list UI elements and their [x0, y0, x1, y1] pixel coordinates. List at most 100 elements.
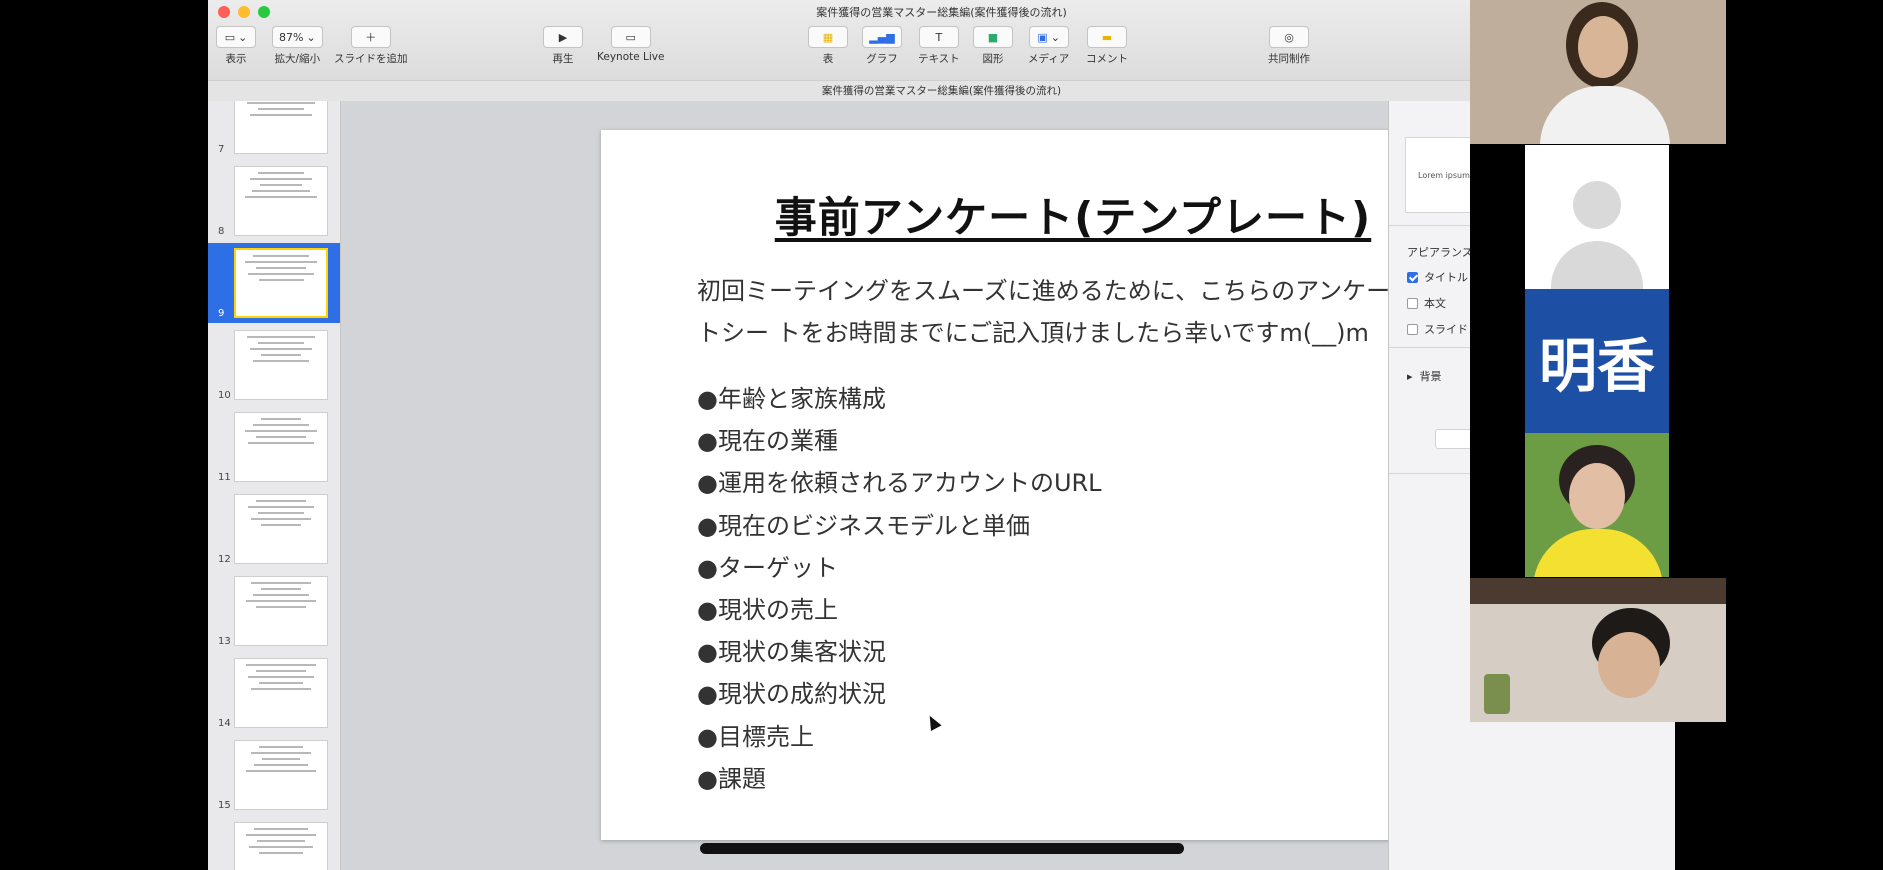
plus-icon: ＋ [365, 31, 377, 44]
thumbnail-text-line [246, 834, 316, 836]
participant-name-tile[interactable]: 明香 [1525, 289, 1669, 433]
avatar-head-icon [1573, 181, 1621, 229]
document-title: 案件獲得の営業マスター総集編(案件獲得後の流れ) [208, 80, 1675, 101]
shape-button[interactable]: ■ 図形 [973, 26, 1013, 66]
slide-number: 13 [218, 636, 231, 647]
table-button[interactable]: ▦ 表 [808, 26, 848, 66]
slide-number: 12 [218, 554, 231, 565]
thumbnail-text-line [258, 512, 304, 514]
slide-intro-text[interactable]: 初回ミーテイングをスムーズに進めるために、こちらのアンケー トシー トをお時間ま… [697, 270, 1477, 354]
text-icon: T [935, 30, 943, 44]
participant-shirt [1533, 529, 1663, 577]
table-icon: ▦ [822, 30, 834, 44]
comment-label: コメント [1086, 53, 1128, 65]
play-button[interactable]: ▶ 再生 [543, 26, 583, 66]
slide-navigator[interactable]: 7 8 9 10 11 12 13 14 15 16 [208, 101, 341, 870]
comment-icon: ▬ [1101, 30, 1113, 44]
comment-button[interactable]: ▬ コメント [1086, 26, 1128, 66]
slide-bullet-item: ●ターゲット [697, 553, 838, 582]
slide-thumbnail[interactable]: 13 [208, 571, 340, 651]
intro-line-1: 初回ミーテイングをスムーズに進めるために、こちらのアンケー [697, 277, 1391, 305]
slide-thumbnail[interactable]: 8 [208, 161, 340, 241]
keynote-window: 案件獲得の営業マスター総集編(案件獲得後の流れ) ▭ ⌄ 表示 87% ⌄ 拡大/縮… [208, 0, 1675, 870]
participant-video-1[interactable] [1470, 0, 1726, 144]
ceiling-shadow [1470, 578, 1726, 604]
participant-video-4[interactable] [1470, 578, 1726, 722]
thumbnail-text-line [247, 336, 315, 338]
thumbnail-text-line [252, 360, 310, 362]
thumbnail-preview [234, 740, 328, 810]
zoom-value: 87% [279, 30, 304, 44]
home-indicator [700, 843, 1184, 854]
add-slide-button[interactable]: ＋ スライドを追加 [334, 26, 408, 66]
checkbox-icon [1407, 271, 1418, 283]
sidebar-icon: ▭ [224, 30, 236, 44]
slide-bullet-item: ●現状の成約状況 [697, 680, 886, 709]
shape-label: 図形 [982, 53, 1004, 65]
thumbnail-text-line [261, 524, 301, 526]
slide-thumbnail[interactable]: 7 [208, 101, 340, 159]
collaborate-label: 共同制作 [1268, 53, 1310, 65]
zoom-select[interactable]: 87% ⌄ 拡大/縮小 [272, 26, 323, 66]
thumbnail-preview [234, 330, 328, 400]
window-title: 案件獲得の営業マスター総集編(案件獲得後の流れ) [816, 6, 1067, 19]
participant-face [1598, 632, 1660, 698]
participant-name: 明香 [1538, 332, 1655, 400]
participant-face [1578, 16, 1628, 78]
appearance-checkbox[interactable]: 本文 [1407, 295, 1446, 311]
slide-number: 10 [218, 390, 231, 401]
slide-thumbnail[interactable]: 11 [208, 407, 340, 487]
thumbnail-text-line [250, 582, 312, 584]
participant-video-3[interactable] [1525, 433, 1669, 577]
slide-thumbnail[interactable]: 15 [208, 735, 340, 815]
slide-number: 8 [218, 226, 225, 237]
slide-thumbnail[interactable]: 9 [208, 243, 340, 323]
play-label: 再生 [552, 53, 574, 65]
text-button[interactable]: T テキスト [918, 26, 960, 66]
thumbnail-text-line [253, 594, 309, 596]
thumbnail-text-line [249, 178, 313, 180]
table-label: 表 [822, 53, 834, 65]
thumbnail-text-line [261, 758, 301, 760]
background-disclosure[interactable]: ▸ 背景 [1407, 368, 1442, 384]
thumbnail-text-line [258, 746, 304, 748]
text-label: テキスト [918, 53, 960, 65]
keynote-live-button[interactable]: ▭ Keynote Live [597, 26, 664, 63]
thumbnail-text-line [253, 255, 309, 257]
thumbnail-text-line [250, 518, 312, 520]
slide-number: 15 [218, 800, 231, 811]
appearance-checkbox[interactable]: スライド [1407, 321, 1468, 337]
thumbnail-text-line [260, 184, 302, 186]
chart-button[interactable]: ▂▄▆ グラフ [862, 26, 902, 66]
collaborate-icon: ◎ [1284, 30, 1294, 44]
preview-text: Lorem ipsum [1418, 170, 1470, 180]
slide-bullet-item: ●目標売上 [697, 722, 814, 751]
slide-number: 11 [218, 472, 231, 483]
thumbnail-text-line [249, 114, 313, 116]
slide-thumbnail[interactable]: 16 [208, 817, 340, 870]
slide-bullet-item: ●運用を依頼されるアカウントのURL [697, 469, 1102, 498]
checkbox-label: スライド [1424, 323, 1468, 336]
slide-bullet-item: ●現在の業種 [697, 427, 838, 456]
collaborate-button[interactable]: ◎ 共同制作 [1268, 26, 1310, 66]
thumbnail-text-line [255, 500, 307, 502]
media-button[interactable]: ▣ ⌄ メディア [1028, 26, 1069, 66]
slide-thumbnail[interactable]: 10 [208, 325, 340, 405]
slide-bullet-list[interactable]: ●年齢と家族構成 ●現在の業種 ●運用を依頼されるアカウントのURL ●現在のビジネス… [697, 378, 1102, 800]
participant-no-video[interactable] [1525, 145, 1669, 289]
chevron-down-icon: ⌄ [306, 30, 316, 44]
participant-face [1569, 463, 1625, 529]
broadcast-icon: ▭ [625, 30, 636, 44]
video-call-panel: 明香 [1470, 0, 1726, 722]
view-button[interactable]: ▭ ⌄ 表示 [216, 26, 256, 66]
thumbnail-text-line [260, 354, 302, 356]
slide-thumbnail[interactable]: 14 [208, 653, 340, 733]
slide-thumbnail[interactable]: 12 [208, 489, 340, 569]
chart-icon: ▂▄▆ [869, 30, 895, 44]
thumbnail-text-line [256, 840, 306, 842]
thumbnail-text-line [255, 267, 307, 269]
thumbnail-text-line [246, 102, 316, 104]
intro-line-2: トシー トをお時間までにご記入頂けましたら幸いですm(__)m [697, 319, 1369, 347]
appearance-checkbox[interactable]: タイトル [1407, 269, 1468, 285]
disclosure-triangle-icon: ▸ [1407, 370, 1413, 383]
